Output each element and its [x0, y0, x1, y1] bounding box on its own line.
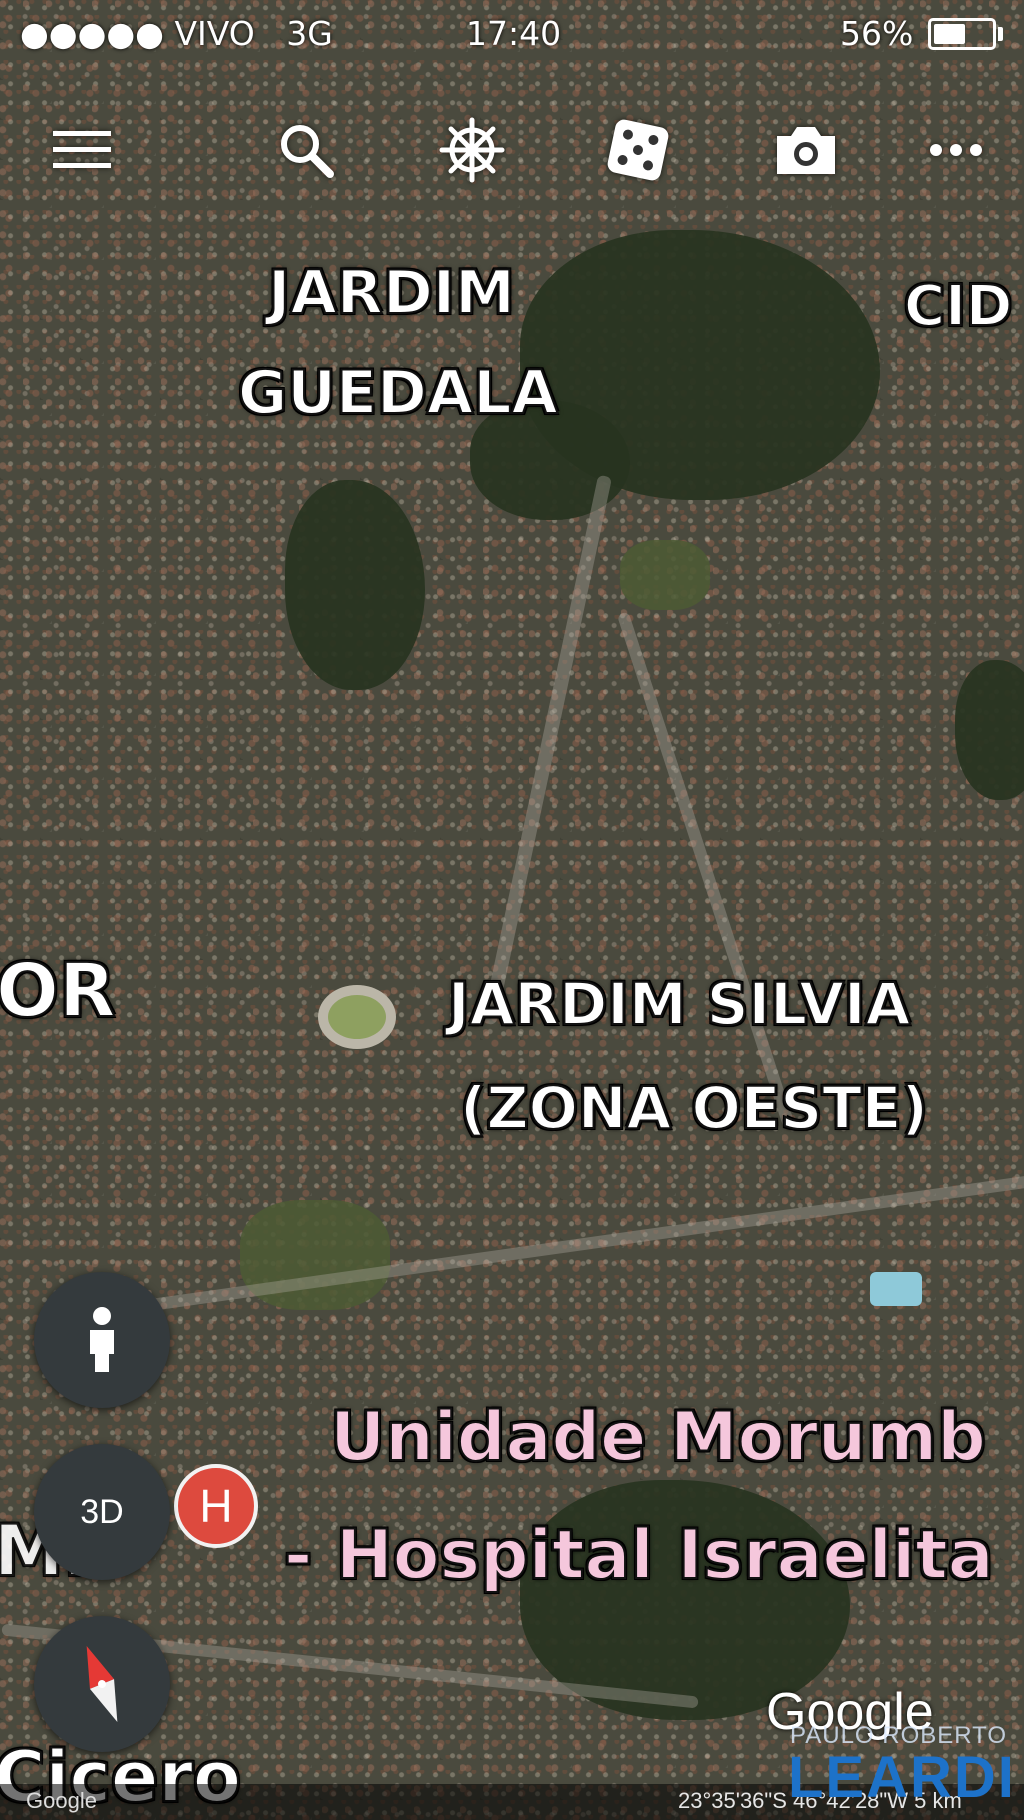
menu-icon[interactable] [44, 112, 120, 188]
network-type: 3G [286, 14, 333, 53]
map-label-or-partial: OR [0, 947, 117, 1035]
forest-area [285, 480, 425, 690]
park-area [620, 540, 710, 610]
forest-area [955, 660, 1024, 800]
dice-icon[interactable] [600, 112, 676, 188]
map-label-jardim-guedala-line1: JARDIM [267, 257, 516, 329]
3d-label: 3D [80, 1492, 124, 1531]
poi-label-hospital-line1[interactable]: Unidade Morumb [329, 1397, 987, 1478]
camera-icon[interactable] [768, 112, 844, 188]
search-icon[interactable] [268, 112, 344, 188]
map-label-cidade-partial: CID [903, 273, 1013, 340]
street-view-button[interactable] [34, 1272, 170, 1408]
battery-fill [934, 24, 965, 44]
map-label-jardim-guedala-line2: GUEDALA [237, 357, 559, 429]
compass-button[interactable] [34, 1616, 170, 1752]
carrier-signal: ●●●●● VIVO 3G [20, 14, 333, 53]
watermark-logo: LEARDI [788, 1745, 1016, 1810]
poi-label-hospital-line2[interactable]: - Hospital Israelita [283, 1515, 995, 1596]
clock: 17:40 [466, 14, 562, 53]
google-attribution: Google [26, 1788, 97, 1813]
stadium [318, 985, 396, 1049]
3d-toggle-button[interactable]: 3D [34, 1444, 170, 1580]
hospital-marker-icon[interactable]: H [174, 1464, 258, 1548]
road [481, 474, 613, 1026]
battery-tip [998, 27, 1003, 41]
hospital-marker-letter: H [199, 1480, 233, 1532]
voyager-wheel-icon[interactable] [434, 112, 510, 188]
road [616, 611, 796, 1129]
map-label-jardim-silvia-line1: JARDIM SILVIA [447, 969, 911, 1039]
more-icon[interactable] [918, 112, 994, 188]
pool [870, 1272, 922, 1306]
person-icon [90, 1307, 114, 1372]
battery-icon [928, 18, 996, 50]
map-label-jardim-silvia-line2: (ZONA OESTE) [459, 1073, 929, 1143]
status-bar: ●●●●● VIVO 3G 17:40 56% [0, 0, 1024, 68]
compass-icon [86, 1645, 118, 1723]
battery-percent: 56% [840, 14, 914, 53]
